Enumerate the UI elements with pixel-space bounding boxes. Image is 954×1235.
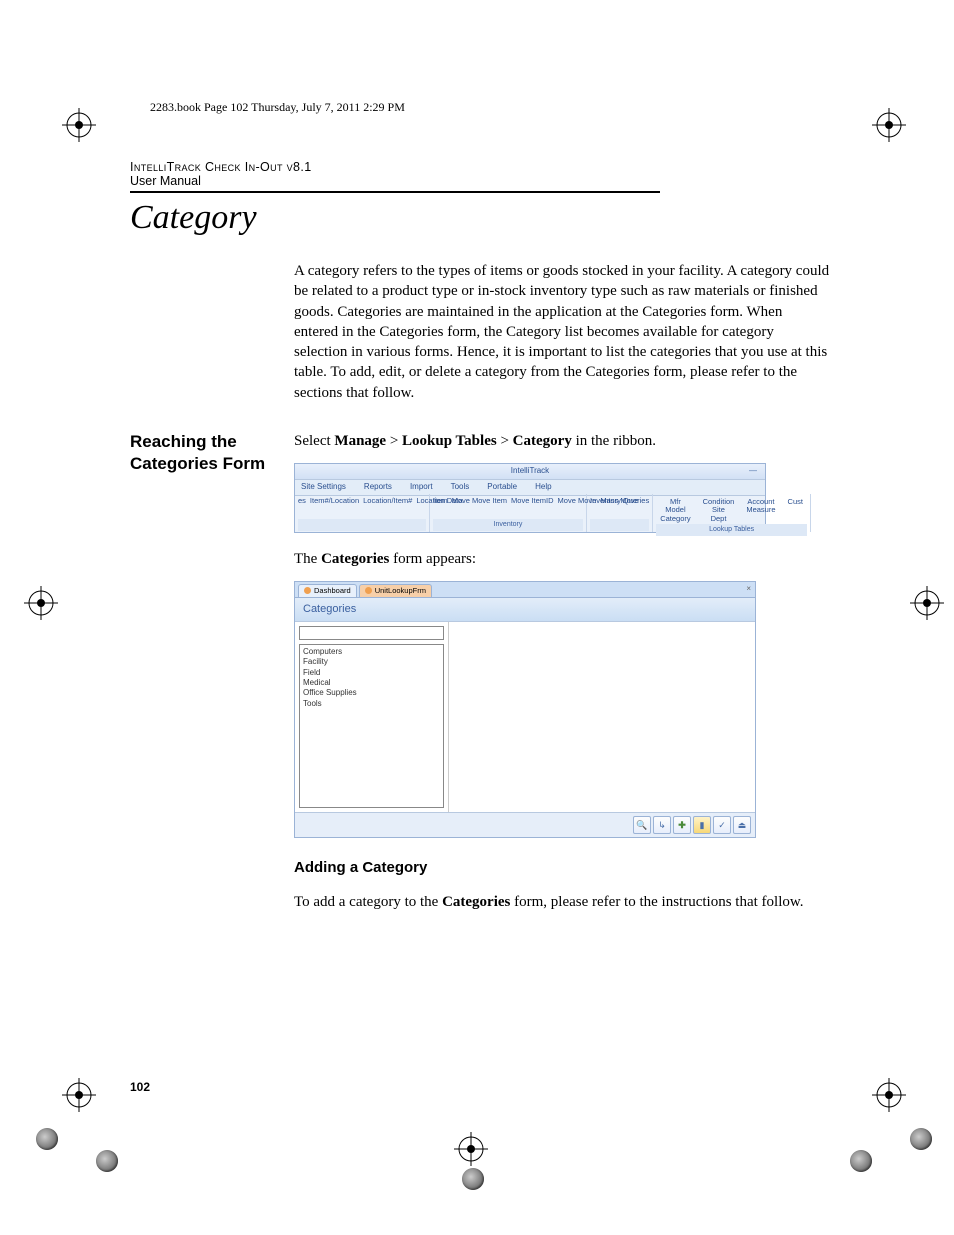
dot-icon (36, 1128, 58, 1150)
ribbon-item: Item (433, 497, 448, 505)
ribbon-item: Cust (788, 498, 803, 506)
ribbon-group-name: Inventory (433, 519, 583, 530)
appears-text: The Categories form appears: (294, 549, 830, 569)
ribbon-item: Category (660, 515, 690, 523)
list-item: Computers (303, 647, 440, 657)
ribbon-item: Inventory Queries (590, 497, 649, 505)
dot-icon (462, 1168, 484, 1190)
ribbon-item: Move Move Item (452, 497, 507, 505)
margin-heading: Reaching the Categories Form (130, 431, 270, 925)
dot-icon (910, 1128, 932, 1150)
ribbon-item: es (298, 497, 306, 505)
dot-icon (850, 1150, 872, 1172)
add-paragraph: To add a category to the Categories form… (294, 892, 830, 912)
crop-mark-icon (62, 1078, 96, 1112)
crop-mark-icon (872, 108, 906, 142)
ribbon-tab: Tools (451, 482, 470, 493)
ribbon-item: Location/Item# (363, 497, 412, 505)
doc-subtitle: User Manual (130, 174, 830, 188)
check-icon: ✓ (713, 816, 731, 834)
filter-input (299, 626, 444, 640)
ribbon-item: Item#/Location (310, 497, 359, 505)
form-tab: Dashboard (298, 584, 357, 597)
close-icon: × (746, 584, 751, 595)
crop-mark-icon (24, 586, 58, 620)
ribbon-item: Account (746, 498, 775, 506)
ribbon-tab: Site Settings (301, 482, 346, 493)
ribbon-item: Measure (746, 506, 775, 514)
ribbon-tab: Help (535, 482, 551, 493)
ribbon-tab: Portable (487, 482, 517, 493)
minimize-icon: — (749, 466, 757, 477)
ribbon-tab: Import (410, 482, 433, 493)
crop-mark-icon (62, 108, 96, 142)
list-item: Field (303, 668, 440, 678)
ribbon-item: Site (703, 506, 735, 514)
sub-heading: Adding a Category (294, 858, 830, 878)
ribbon-tab: Reports (364, 482, 392, 493)
ribbon-screenshot: IntelliTrack — Site Settings Reports Imp… (294, 463, 766, 533)
tab-icon (365, 587, 372, 594)
ribbon-item: Mfr (660, 498, 690, 506)
list-item: Tools (303, 699, 440, 709)
list-item: Medical (303, 678, 440, 688)
tab-icon (304, 587, 311, 594)
list-item: Facility (303, 657, 440, 667)
ribbon-item: Model (660, 506, 690, 514)
divider (130, 191, 660, 193)
page-number: 102 (130, 1080, 150, 1094)
list-item: Office Supplies (303, 688, 440, 698)
form-tab-active: UnitLookupFrm (359, 584, 432, 597)
crop-mark-icon (454, 1132, 488, 1166)
note-icon: ▮ (693, 816, 711, 834)
crop-mark-icon (910, 586, 944, 620)
reach-sentence: Select Manage > Lookup Tables > Category… (294, 431, 830, 451)
crop-mark-icon (872, 1078, 906, 1112)
ribbon-group-name: Lookup Tables (656, 524, 807, 535)
exit-icon: ⏏ (733, 816, 751, 834)
ribbon-item: Move ItemID (511, 497, 554, 505)
search-icon: 🔍 (633, 816, 651, 834)
category-list: Computers Facility Field Medical Office … (299, 644, 444, 808)
intro-paragraph: A category refers to the types of items … (294, 261, 830, 403)
arrow-icon: ↳ (653, 816, 671, 834)
ribbon-item: Condition (703, 498, 735, 506)
add-icon: ✚ (673, 816, 691, 834)
section-title: Category (130, 199, 830, 237)
form-header: Categories (295, 598, 755, 622)
ribbon-item: Dept (703, 515, 735, 523)
form-toolbar: 🔍 ↳ ✚ ▮ ✓ ⏏ (295, 812, 755, 837)
book-header: 2283.book Page 102 Thursday, July 7, 201… (150, 100, 830, 115)
categories-form-screenshot: Dashboard UnitLookupFrm × Categories Com… (294, 581, 756, 838)
window-title: IntelliTrack (511, 466, 549, 475)
doc-title: IntelliTrack Check In-Out v8.1 (130, 160, 830, 174)
dot-icon (96, 1150, 118, 1172)
